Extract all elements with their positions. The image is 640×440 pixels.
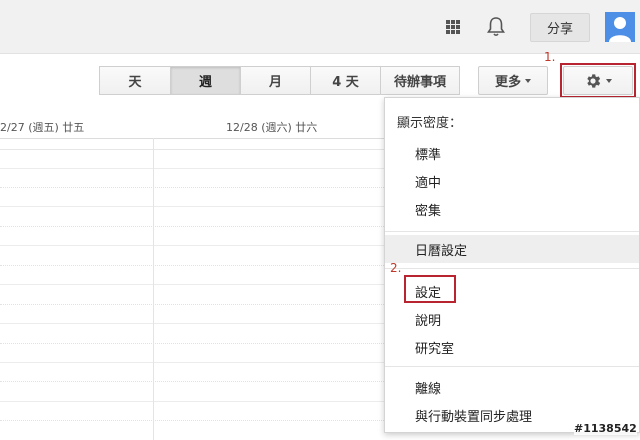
calendar-window: 分享 天 週 月 4 天 待辦事項 更多 1. 2/27 (週五) 廿五 12/…: [0, 0, 640, 440]
view-switcher: 天 週 月 4 天 待辦事項: [99, 66, 460, 95]
notifications-bell-icon[interactable]: [486, 16, 506, 38]
top-bar: 分享: [0, 0, 640, 54]
account-avatar[interactable]: [605, 12, 635, 42]
density-standard-item[interactable]: 標準: [385, 139, 639, 167]
more-button[interactable]: 更多: [478, 66, 548, 95]
step2-label: 2.: [390, 261, 402, 275]
watermark-text: #1138542: [574, 422, 637, 435]
share-button[interactable]: 分享: [530, 13, 590, 42]
labs-menu-item[interactable]: 研究室: [385, 333, 639, 361]
menu-divider: [385, 268, 639, 269]
menu-divider: [385, 231, 639, 232]
view-agenda-button[interactable]: 待辦事項: [380, 66, 460, 95]
calendar-settings-item[interactable]: 日曆設定: [385, 235, 639, 263]
density-compact-item[interactable]: 密集: [385, 195, 639, 223]
settings-dropdown-menu: 顯示密度： 標準 適中 密集 日曆設定 設定 說明 研究室 離線 與行動裝置同步…: [384, 97, 640, 433]
day-header-saturday[interactable]: 12/28 (週六) 廿六: [226, 119, 317, 135]
user-silhouette-icon: [609, 17, 631, 42]
step2-highlight-box: [404, 275, 456, 303]
apps-grid-icon[interactable]: [446, 20, 460, 34]
step1-label: 1.: [544, 50, 556, 64]
menu-divider: [385, 366, 639, 367]
view-month-button[interactable]: 月: [240, 66, 311, 95]
view-week-button[interactable]: 週: [170, 66, 241, 95]
more-label: 更多: [494, 75, 521, 90]
density-heading: 顯示密度：: [397, 116, 463, 131]
caret-down-icon: [525, 78, 531, 83]
view-4days-button[interactable]: 4 天: [310, 66, 381, 95]
density-comfortable-item[interactable]: 適中: [385, 167, 639, 195]
day-header-friday[interactable]: 2/27 (週五) 廿五: [0, 119, 84, 135]
help-menu-item[interactable]: 說明: [385, 305, 639, 333]
step1-highlight-box: [560, 63, 636, 98]
offline-menu-item[interactable]: 離線: [385, 373, 639, 401]
view-day-button[interactable]: 天: [99, 66, 171, 95]
